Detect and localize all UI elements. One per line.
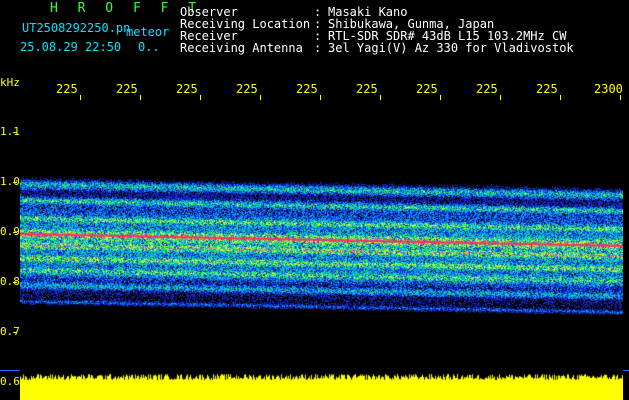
timestamp: 25.08.29 22:50 (20, 40, 122, 54)
x-tick-label: 225 (236, 82, 258, 96)
x-tick-label: 225 (416, 82, 438, 96)
y-tick-mark (13, 132, 17, 133)
field-sep: : (314, 41, 322, 55)
x-tick-label: 2300 (594, 82, 623, 96)
filename: UT2508292250.pn (22, 21, 131, 35)
x-tick-label: 225 (176, 82, 198, 96)
spectrogram-window: H R O F F T UT2508292250.pn meteor 25.08… (0, 0, 629, 400)
x-tick-label: 225 (476, 82, 498, 96)
field-label-antenna: Receiving Antenna (180, 41, 303, 55)
x-tick-label: 225 (356, 82, 378, 96)
y-tick-label: 0.6 (0, 375, 20, 388)
filename-suffix: meteor (126, 25, 170, 39)
x-tick-label: 225 (536, 82, 558, 96)
x-tick-label: 225 (116, 82, 138, 96)
counter: 0.. (138, 40, 160, 54)
y-tick-mark (13, 182, 17, 183)
y-axis-unit: kHz (0, 76, 20, 89)
y-tick-mark (13, 332, 17, 333)
x-tick-label: 225 (296, 82, 318, 96)
signal-level-strip (20, 370, 623, 400)
y-tick-mark (13, 232, 17, 233)
spectrogram-image (20, 100, 623, 370)
header-panel: H R O F F T UT2508292250.pn meteor 25.08… (0, 0, 629, 70)
y-axis: kHz 1.1 1.0 0.9 0.8 0.7 0.6 (0, 70, 20, 400)
x-tick-label: 225 (56, 82, 78, 96)
field-value-antenna: 3el Yagi(V) Az 330 for Vladivostok (328, 41, 574, 55)
y-tick-mark (13, 282, 17, 283)
